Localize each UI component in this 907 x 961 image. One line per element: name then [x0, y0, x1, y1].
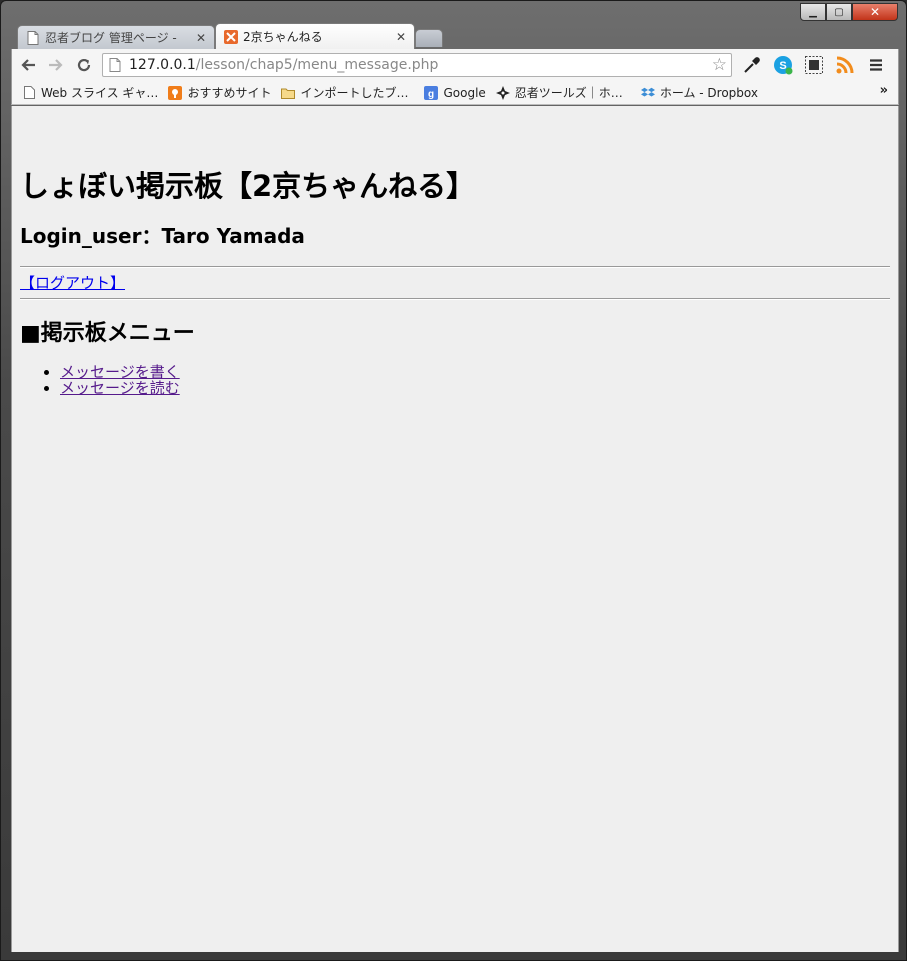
list-item: メッセージを読む — [60, 380, 890, 396]
page-icon — [22, 86, 36, 100]
page-content: しょぼい掲示板【2京ちゃんねる】 Login_user：Taro Yamada … — [11, 106, 899, 952]
bookmark-label: インポートしたブ… — [300, 86, 409, 100]
menu-icon[interactable] — [865, 54, 887, 76]
url-path: /lesson/chap5/menu_message.php — [195, 57, 439, 73]
url-host: 127.0.0.1 — [129, 57, 196, 73]
close-button[interactable]: ✕ — [852, 3, 898, 21]
tab-2kyo-channel[interactable]: 2京ちゃんねる ✕ — [215, 23, 415, 49]
browser-window: ▁ ▢ ✕ 忍者ブログ 管理ページ - ✕ 2京ちゃんねる ✕ 127.0.0.… — [0, 0, 907, 961]
google-icon: g — [424, 85, 439, 100]
bookmark-label: Google — [443, 85, 486, 100]
bookmark-label: 忍者ツールズ｜ホ… — [514, 86, 623, 100]
page-icon — [26, 30, 40, 45]
window-bottom-border — [11, 952, 899, 960]
bookmark-dropbox[interactable]: ホーム - Dropbox — [640, 84, 758, 101]
login-user-heading: Login_user：Taro Yamada — [20, 224, 305, 248]
bookmark-label: ホーム - Dropbox — [659, 86, 758, 100]
reload-button[interactable] — [72, 53, 96, 77]
tab-ninja-blog[interactable]: 忍者ブログ 管理ページ - ✕ — [17, 25, 215, 49]
forward-arrow-icon — [49, 59, 63, 71]
bookmark-label: Web スライス ギャ… — [41, 86, 159, 100]
tab-strip: 忍者ブログ 管理ページ - ✕ 2京ちゃんねる ✕ — [11, 23, 891, 49]
list-item: メッセージを書く — [60, 364, 890, 380]
page-title: しょぼい掲示板【2京ちゃんねる】 — [20, 169, 476, 203]
new-tab-button[interactable] — [415, 29, 443, 47]
bookmarks-overflow-chevron-icon[interactable]: » — [880, 83, 888, 98]
ninja-icon — [495, 85, 510, 100]
rss-icon[interactable] — [834, 54, 856, 76]
tab-title: 忍者ブログ 管理ページ - — [45, 31, 177, 45]
reload-icon — [77, 58, 91, 72]
maximize-button[interactable]: ▢ — [826, 3, 852, 21]
logout-link[interactable]: 【ログアウト】 — [20, 274, 890, 292]
dropbox-icon — [640, 86, 655, 100]
back-arrow-icon — [21, 59, 35, 71]
svg-text:g: g — [428, 89, 434, 100]
read-message-link[interactable]: メッセージを読む — [60, 379, 180, 397]
bookmark-imported[interactable]: インポートしたブ… — [281, 84, 408, 101]
recommend-icon — [168, 85, 183, 100]
evernote-clipper-icon[interactable] — [803, 54, 825, 76]
menu-list: メッセージを書く メッセージを読む — [60, 364, 890, 396]
skype-icon[interactable]: S — [772, 54, 794, 76]
address-bar[interactable]: 127.0.0.1/lesson/chap5/menu_message.php … — [102, 53, 732, 77]
divider — [20, 298, 890, 300]
bookmark-star-icon[interactable]: ☆ — [712, 55, 727, 75]
xampp-icon — [224, 29, 238, 44]
tab-title: 2京ちゃんねる — [243, 30, 323, 44]
bookmark-google[interactable]: g Google — [424, 85, 486, 100]
folder-icon — [281, 86, 296, 100]
bookmark-web-slice[interactable]: Web スライス ギャ… — [22, 84, 158, 101]
eyedropper-icon[interactable] — [741, 54, 763, 76]
bookmarks-bar: Web スライス ギャ… おすすめサイト インポートしたブ… g Google … — [11, 81, 899, 105]
tab-close-icon[interactable]: ✕ — [396, 30, 406, 44]
bookmark-recommended[interactable]: おすすめサイト — [168, 84, 271, 101]
menu-heading: ■掲示板メニュー — [20, 321, 195, 346]
tab-close-icon[interactable]: ✕ — [196, 31, 206, 45]
bookmark-ninja-tools[interactable]: 忍者ツールズ｜ホ… — [495, 84, 623, 101]
minimize-button[interactable]: ▁ — [800, 3, 826, 21]
toolbar: 127.0.0.1/lesson/chap5/menu_message.php … — [11, 49, 899, 81]
divider — [20, 266, 890, 268]
forward-button[interactable] — [44, 53, 68, 77]
window-controls: ▁ ▢ ✕ — [800, 3, 898, 21]
page-icon — [109, 58, 123, 72]
back-button[interactable] — [16, 53, 40, 77]
svg-text:S: S — [779, 60, 786, 72]
bookmark-label: おすすめサイト — [187, 86, 272, 100]
